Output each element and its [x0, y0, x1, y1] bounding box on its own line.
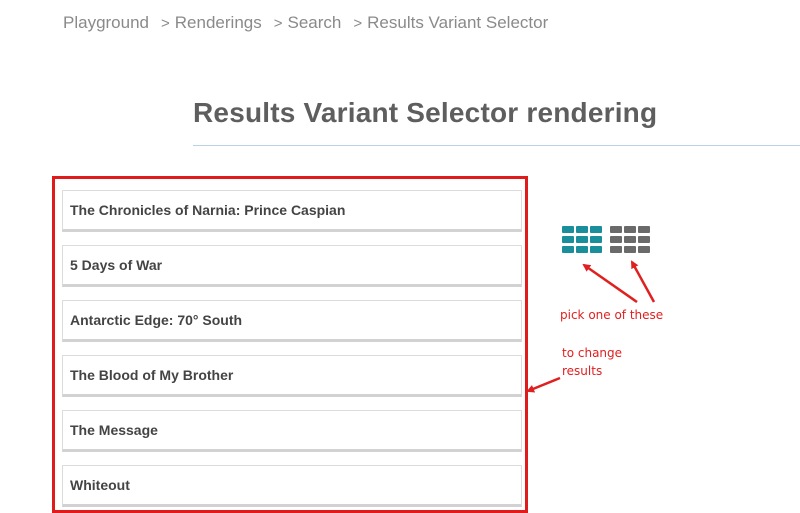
annotation-arrows — [526, 260, 656, 393]
page: Playground > Renderings > Search > Results Var… — [0, 0, 800, 513]
annotation-arrow — [526, 376, 561, 393]
annotation-pick: pick one of these — [560, 308, 664, 322]
annotation-arrow — [630, 260, 656, 303]
annotation-change-line2: results — [562, 364, 603, 378]
annotation-arrow — [582, 263, 638, 304]
annotation-change-line1: to change — [562, 346, 623, 360]
